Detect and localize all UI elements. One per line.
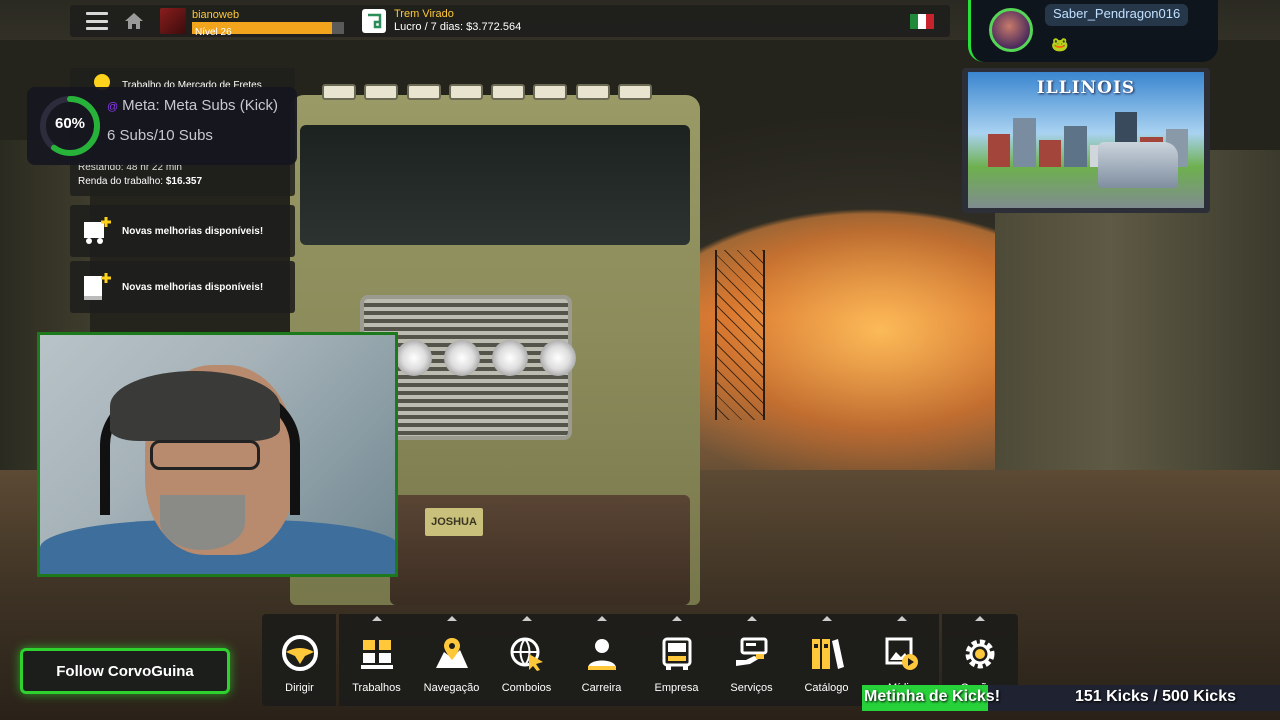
map-card-title: ILLINOIS: [1036, 78, 1136, 98]
steering-wheel-icon: [281, 635, 318, 671]
level-progress-bar: Nível 26: [192, 21, 344, 38]
kick-goal-bar: Metinha de Kicks! 151 Kicks / 500 Kicks: [862, 685, 1280, 711]
player-profile[interactable]: bianoweb Nível 26: [160, 8, 344, 38]
media-icon: [885, 637, 918, 670]
license-plate: JOSHUA: [425, 508, 483, 536]
gear-icon: [965, 639, 994, 669]
company-logo-icon: [362, 9, 386, 33]
mexico-flag-icon[interactable]: [910, 14, 934, 29]
dock-item-catalogo[interactable]: Catálogo: [789, 614, 864, 706]
frog-emote-icon: 🐸: [1051, 36, 1069, 52]
chatter-name: Saber_Pendragon016: [1045, 4, 1189, 26]
pallets-icon: [360, 640, 393, 669]
kick-goal-label: Metinha de Kicks!: [864, 688, 1001, 705]
dock-label: Catálogo: [804, 682, 849, 694]
kick-goal-count: 151 Kicks / 500 Kicks: [1074, 688, 1236, 705]
notification-label: Novas melhorias disponíveis!: [122, 225, 264, 237]
map-pin-icon: [435, 638, 468, 668]
chat-user-card: Saber_Pendragon016 🐸: [968, 0, 1218, 62]
streamer-webcam: [37, 332, 398, 577]
drive-button[interactable]: Dirigir: [262, 614, 336, 706]
truck-windshield: [300, 125, 690, 245]
drive-label: Dirigir: [285, 682, 314, 694]
notification-label: Novas melhorias disponíveis!: [122, 281, 264, 293]
job-income-label: Renda do trabalho:: [78, 176, 164, 187]
company-profit: Lucro / 7 dias: $3.772.564: [394, 21, 522, 33]
truck-front-icon: [662, 637, 691, 670]
dock-item-carreira[interactable]: Carreira: [564, 614, 639, 706]
level-label: Nível 26: [195, 26, 232, 38]
truck-image: [1098, 142, 1178, 188]
map-dlc-card[interactable]: ILLINOIS: [962, 68, 1210, 213]
follow-button[interactable]: Follow CorvoGuina: [20, 648, 230, 694]
truck-roof-lights: [322, 84, 652, 102]
kick-dot-icon: @: [107, 101, 119, 113]
dock-label: Serviços: [730, 682, 773, 694]
company-info[interactable]: Trem Virado Lucro / 7 dias: $3.772.564: [362, 8, 521, 34]
truck-upgrade-icon: [84, 217, 111, 244]
dock-item-navegacao[interactable]: Navegação: [414, 614, 489, 706]
goal-title: @ Meta: Meta Subs (Kick): [107, 97, 279, 114]
company-name: Trem Virado: [394, 8, 454, 20]
avatar: [160, 8, 186, 34]
bottom-dock: Trabalhos Navegação Comboios Carreira Em…: [339, 614, 939, 706]
upgrade-notification[interactable]: Novas melhorias disponíveis!: [70, 261, 295, 313]
top-bar: bianoweb Nível 26 Trem Virado Lucro / 7 …: [70, 5, 950, 38]
job-income: Renda do trabalho: $16.357: [78, 176, 202, 187]
globe-cursor-icon: [510, 637, 543, 671]
dock-label: Comboios: [501, 682, 552, 694]
trailer-upgrade-icon: [84, 273, 111, 300]
upgrade-notification[interactable]: Novas melhorias disponíveis!: [70, 205, 295, 257]
truck-headlights: [396, 340, 576, 376]
dock-label: Empresa: [654, 682, 699, 694]
person-icon: [587, 639, 616, 670]
job-income-value: $16.357: [165, 176, 203, 187]
service-card-icon: [735, 637, 767, 666]
goal-percent: 60%: [54, 115, 86, 132]
chatter-avatar: [989, 8, 1033, 52]
books-icon: [811, 639, 844, 669]
power-tower: [715, 250, 765, 420]
username: bianoweb: [192, 8, 240, 21]
dock-item-servicos[interactable]: Serviços: [714, 614, 789, 706]
goal-count: 6 Subs/10 Subs: [107, 127, 213, 144]
dock-item-comboios[interactable]: Comboios: [489, 614, 564, 706]
dock-item-empresa[interactable]: Empresa: [639, 614, 714, 706]
sub-goal-widget: 60% @ Meta: Meta Subs (Kick) 6 Subs/10 Su…: [27, 87, 297, 165]
dock-label: Navegação: [423, 682, 480, 694]
dock-label: Carreira: [581, 682, 622, 694]
dock-label: Trabalhos: [352, 682, 401, 694]
hamburger-menu-icon[interactable]: [86, 12, 108, 30]
dock-item-trabalhos[interactable]: Trabalhos: [339, 614, 414, 706]
home-icon[interactable]: [124, 12, 144, 30]
